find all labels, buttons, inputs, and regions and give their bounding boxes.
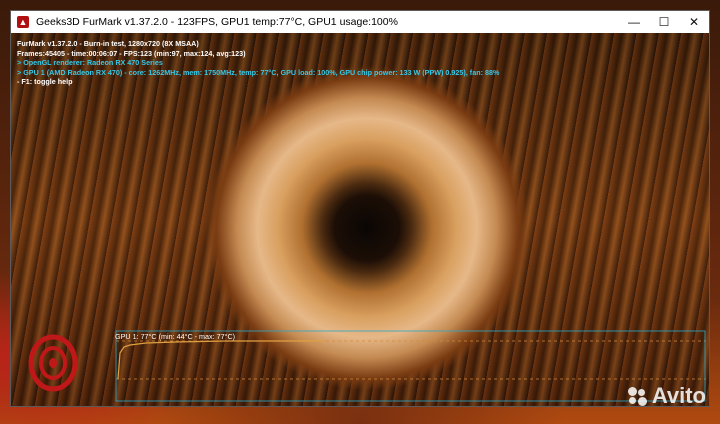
maximize-button[interactable]: ☐ <box>649 11 679 33</box>
window-title: Geeks3D FurMark v1.37.2.0 - 123FPS, GPU1… <box>36 16 398 28</box>
overlay-line-help: - F1: toggle help <box>17 77 73 87</box>
close-button[interactable]: ✕ <box>679 11 709 33</box>
avito-watermark: Avito <box>626 383 706 409</box>
minimize-button[interactable]: — <box>619 11 649 33</box>
overlay-line-title: FurMark v1.37.2.0 - Burn-in test, 1280x7… <box>17 39 199 48</box>
render-viewport: FurMark v1.37.2.0 - Burn-in test, 1280x7… <box>11 33 709 406</box>
overlay-line-frames: Frames:45405 - time:00:06:07 - FPS:123 (… <box>17 48 246 58</box>
title-bar[interactable]: ▲ Geeks3D FurMark v1.37.2.0 - 123FPS, GP… <box>11 11 709 33</box>
graph-temperature-line <box>117 340 326 380</box>
overlay-line-renderer: > OpenGL renderer: Radeon RX 470 Series <box>17 58 163 68</box>
furmark-window: ▲ Geeks3D FurMark v1.37.2.0 - 123FPS, GP… <box>10 10 710 407</box>
graph-label: GPU 1: 77°C (min: 44°C - max: 77°C) <box>115 332 236 341</box>
avito-logo-icon <box>626 385 648 407</box>
overlay-line-gpu: > GPU 1 (AMD Radeon RX 470) - core: 1262… <box>17 67 500 77</box>
furmark-app-icon: ▲ <box>17 16 29 28</box>
furmark-logo-icon <box>28 334 78 392</box>
watermark-text: Avito <box>651 383 706 408</box>
info-overlay: FurMark v1.37.2.0 - Burn-in test, 1280x7… <box>17 39 499 87</box>
